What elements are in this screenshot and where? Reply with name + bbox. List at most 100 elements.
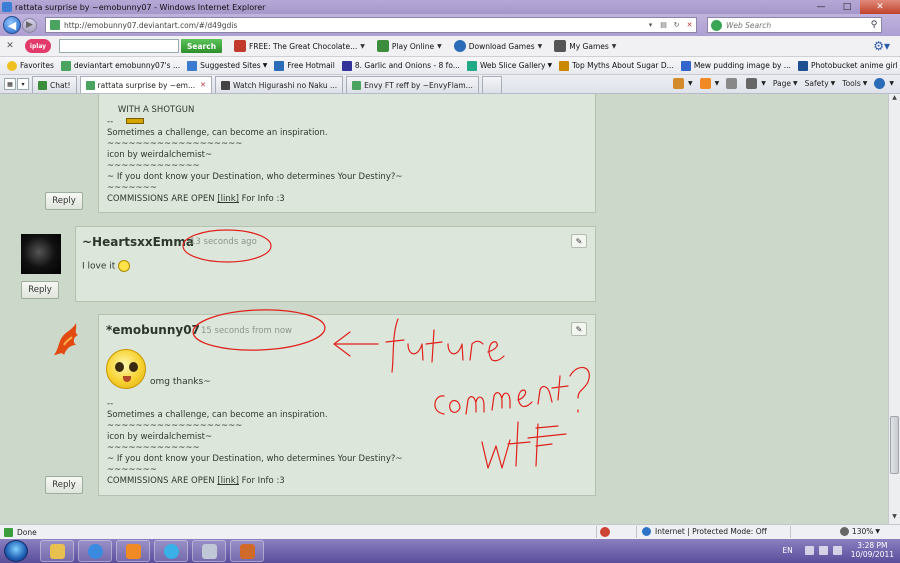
taskbar-itunes[interactable] — [154, 540, 188, 562]
scroll-down-icon[interactable]: ▼ — [889, 513, 900, 524]
forward-button[interactable]: ▶ — [22, 17, 37, 33]
close-button[interactable]: ✕ — [860, 0, 900, 14]
popup-blocker-icon[interactable] — [600, 527, 610, 537]
teary-eyed-emote-icon — [106, 349, 146, 389]
feeds-button[interactable]: ▼ — [699, 78, 719, 89]
command-bar: ▼ ▼ ▼ Page ▼ Safety ▼ Tools ▼ ▼ — [666, 78, 894, 89]
language-indicator[interactable]: EN — [782, 546, 792, 555]
tab-envy-ft[interactable]: Envy FT reff by ~EnvyFlam... — [346, 76, 479, 93]
comment-timestamp[interactable]: 15 seconds from now — [201, 326, 292, 336]
web-search-icon — [711, 19, 722, 31]
volume-icon[interactable] — [832, 545, 842, 555]
safety-menu[interactable]: Safety ▼ — [805, 79, 836, 88]
network-icon[interactable] — [818, 545, 828, 555]
gear-icon[interactable]: ⚙▾ — [873, 39, 890, 53]
start-button[interactable] — [4, 540, 28, 562]
toolbar-item-download-games[interactable]: Download Games ▼ — [453, 40, 542, 52]
maximize-button[interactable]: □ — [834, 0, 860, 14]
comment-timestamp[interactable]: 13 seconds ago — [190, 237, 257, 247]
search-magnifier-icon[interactable]: ⚲ — [867, 20, 881, 30]
fav-item-deviantart[interactable]: deviantart emobunny07's ... — [60, 60, 180, 71]
minimize-button[interactable]: — — [808, 0, 834, 14]
globe-icon — [642, 527, 651, 536]
help-button[interactable]: ▼ — [874, 78, 894, 89]
security-zone[interactable]: Internet | Protected Mode: Off — [642, 527, 767, 536]
fav-item-suggested-sites[interactable]: Suggested Sites ▼ — [187, 60, 267, 71]
taskbar-program[interactable] — [192, 540, 226, 562]
mail-button[interactable] — [726, 78, 739, 89]
tray-arrow-icon[interactable] — [804, 545, 814, 555]
comment-username[interactable]: *emobunny07 — [106, 323, 200, 337]
print-button[interactable]: ▼ — [746, 78, 766, 89]
fav-item-photobucket[interactable]: Photobucket anime girl P... — [797, 60, 900, 71]
scrollbar-thumb[interactable] — [890, 416, 899, 474]
comment-username[interactable]: ~HeartsxxEmma — [82, 235, 194, 249]
web-search-input[interactable] — [726, 20, 867, 30]
reply-button[interactable]: Reply — [21, 281, 59, 299]
quick-tabs-icon[interactable]: ▦ — [4, 78, 16, 90]
itunes-icon — [163, 543, 179, 559]
web-search-box[interactable]: ⚲ — [707, 17, 882, 33]
tab-rattata-surprise[interactable]: rattata surprise by ~em... ✕ — [79, 76, 213, 93]
deviantart-favicon — [60, 60, 71, 71]
compat-view-icon[interactable]: ▤ — [657, 21, 670, 29]
clock[interactable]: 3:28 PM 10/09/2011 — [851, 541, 894, 559]
new-tab-button[interactable] — [481, 76, 502, 93]
edit-icon[interactable]: ✎ — [571, 234, 587, 248]
taskbar-explorer[interactable] — [40, 540, 74, 562]
page-done-icon — [4, 527, 13, 537]
toolbar-logo[interactable]: iplay — [25, 39, 51, 53]
fav-item-garlic[interactable]: 8. Garlic and Onions - 8 fo... — [341, 60, 460, 71]
vertical-scrollbar[interactable]: ▲ ▼ — [888, 94, 900, 524]
deviantart-favicon — [85, 80, 95, 90]
game-icon — [239, 543, 255, 559]
toolbar-item-chocolate[interactable]: FREE: The Great Chocolate... ▼ — [234, 40, 365, 52]
scroll-up-icon[interactable]: ▲ — [889, 94, 900, 105]
toolbar-search-input[interactable] — [59, 39, 179, 53]
fav-item-hotmail[interactable]: Free Hotmail — [274, 60, 335, 71]
app-icon — [201, 543, 217, 559]
reply-button[interactable]: Reply — [45, 476, 83, 494]
rss-icon — [699, 78, 711, 89]
reply-button[interactable]: Reply — [45, 192, 83, 210]
toolbar-search-button[interactable]: Search — [181, 39, 223, 53]
taskbar-game[interactable] — [230, 540, 264, 562]
taskbar: EN 3:28 PM 10/09/2011 — [0, 539, 900, 563]
url-field[interactable]: http://emobunny07.deviantart.com/#/d49gd… — [45, 17, 697, 33]
comment-text: I love it — [82, 260, 131, 272]
stop-icon[interactable]: ✕ — [683, 21, 696, 29]
web-slice-icon — [466, 60, 477, 71]
url-text[interactable]: http://emobunny07.deviantart.com/#/d49gd… — [64, 21, 644, 30]
print-icon — [746, 78, 758, 89]
toolbar-item-play-online[interactable]: Play Online ▼ — [376, 40, 442, 52]
signature-link[interactable]: [link] — [217, 194, 239, 204]
fairy-tail-avatar[interactable] — [50, 321, 84, 359]
page-menu[interactable]: Page ▼ — [773, 79, 798, 88]
fav-item-mew-pudding[interactable]: Mew pudding image by ... — [680, 60, 791, 71]
tools-menu[interactable]: Tools ▼ — [842, 79, 867, 88]
tab-close-icon[interactable]: ✕ — [200, 81, 206, 89]
favorites-button[interactable]: Favorites — [7, 60, 54, 71]
status-done: Done — [4, 527, 37, 537]
zoom-level[interactable]: 130% ▼ — [839, 527, 880, 536]
fav-item-sugar-myths[interactable]: Top Myths About Sugar D... — [559, 60, 674, 71]
toolbar-item-my-games[interactable]: My Games ▼ — [554, 40, 616, 52]
addon-toolbar: ✕ iplay Search FREE: The Great Chocolate… — [0, 36, 900, 57]
taskbar-ie[interactable] — [78, 540, 112, 562]
home-button[interactable]: ▼ — [672, 78, 693, 89]
taskbar-media-player[interactable] — [116, 540, 150, 562]
signature-link[interactable]: [link] — [217, 476, 239, 486]
toolbar-close-icon[interactable]: ✕ — [3, 41, 17, 51]
tab-list-icon[interactable]: ▾ — [17, 78, 29, 90]
tab-chat[interactable]: Chat! — [32, 76, 77, 93]
tab-bar: ▦ ▾ Chat! rattata surprise by ~em... ✕ W… — [0, 75, 900, 94]
tab-higurashi[interactable]: Watch Higurashi no Naku ... — [215, 76, 344, 93]
site-favicon — [50, 20, 60, 30]
fav-item-web-slice[interactable]: Web Slice Gallery ▼ — [466, 60, 552, 71]
edit-icon[interactable]: ✎ — [571, 322, 587, 336]
back-button[interactable]: ◀ — [3, 16, 21, 34]
url-dropdown-icon[interactable]: ▾ — [644, 21, 657, 29]
avatar[interactable] — [21, 234, 61, 274]
page-icon — [559, 60, 570, 71]
refresh-icon[interactable]: ↻ — [670, 21, 683, 29]
